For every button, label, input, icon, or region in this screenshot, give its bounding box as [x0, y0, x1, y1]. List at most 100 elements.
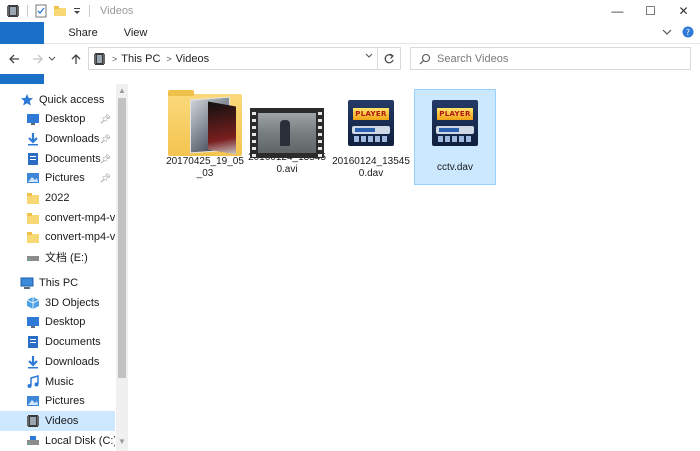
forward-button[interactable] [28, 48, 48, 70]
scroll-down-arrow[interactable]: ▼ [116, 437, 128, 447]
pictures-icon [26, 171, 40, 185]
nav-label: Documents [45, 153, 101, 165]
file-item[interactable]: 20160124_135450.avi [246, 90, 328, 186]
file-name: 20170425_19_05_03 [166, 156, 244, 179]
help-icon[interactable]: ? [682, 26, 694, 41]
minimize-button[interactable]: — [601, 0, 634, 22]
pin-icon[interactable]: 📌︎ [100, 154, 111, 165]
tab-share[interactable]: Share [55, 22, 110, 43]
video-frame-figure [280, 120, 290, 146]
nav-documents[interactable]: Documents [0, 332, 115, 352]
pin-icon[interactable]: 📌︎ [100, 134, 111, 145]
player-icon-label: PLAYER [353, 108, 389, 120]
nav-label: Downloads [45, 133, 100, 145]
nav-qa-pictures[interactable]: Pictures 📌︎ [0, 168, 115, 188]
nav-music[interactable]: Music [0, 372, 115, 392]
search-box[interactable] [410, 47, 691, 70]
videos-icon [26, 414, 40, 428]
nav-label: 3D Objects [45, 297, 100, 309]
toolbar-separator [27, 5, 28, 17]
maximize-button[interactable]: ☐ [634, 0, 667, 22]
refresh-icon [384, 53, 394, 63]
nav-label: Documents [45, 336, 101, 348]
chevron-down-icon[interactable] [662, 27, 672, 40]
breadcrumb-this-pc[interactable]: This PC [121, 53, 160, 65]
nav-qa-folder-2022[interactable]: 2022 [0, 188, 115, 208]
breadcrumb-separator[interactable]: > [166, 54, 171, 64]
file-name: cctv.dav [437, 162, 473, 173]
desktop-icon [26, 112, 40, 126]
file-item-selected[interactable]: PLAYER cctv.dav [414, 89, 496, 185]
svg-text:?: ? [686, 28, 690, 37]
scroll-up-arrow[interactable]: ▲ [116, 86, 128, 96]
nav-qa-downloads[interactable]: Downloads 📌︎ [0, 129, 115, 149]
properties-icon[interactable] [34, 4, 48, 18]
refresh-button[interactable] [377, 47, 401, 70]
nav-qa-folder-convert-1[interactable]: convert-mp4-vic [0, 208, 115, 228]
chevron-down-icon [48, 56, 56, 61]
nav-this-pc[interactable]: This PC [0, 273, 115, 293]
breadcrumb-videos[interactable]: Videos [176, 53, 209, 65]
video-thumbnail [250, 108, 324, 158]
player-icon: PLAYER [432, 100, 478, 146]
folder-icon [26, 211, 40, 225]
file-item[interactable]: 20170425_19_05_03 [164, 90, 246, 186]
address-history-dropdown[interactable] [365, 52, 373, 62]
music-icon [26, 375, 40, 389]
nav-3d-objects[interactable]: 3D Objects [0, 293, 115, 313]
nav-label: Downloads [45, 356, 100, 368]
nav-qa-drive-e[interactable]: 文档 (E:) [0, 247, 115, 267]
nav-pictures[interactable]: Pictures [0, 391, 115, 411]
computer-icon [20, 276, 34, 290]
up-button[interactable] [66, 48, 86, 70]
breadcrumb-separator[interactable]: > [112, 54, 117, 64]
new-folder-icon[interactable] [53, 4, 67, 18]
arrow-right-icon [33, 54, 43, 64]
player-file-icon: PLAYER [418, 94, 492, 156]
nav-quick-access[interactable]: Quick access [0, 90, 115, 110]
nav-label: Desktop [45, 316, 86, 328]
player-buttons [438, 136, 472, 142]
nav-videos[interactable]: Videos [0, 411, 115, 431]
nav-label: Pictures [45, 395, 85, 407]
quick-access-toolbar: Videos [0, 0, 133, 22]
scroll-thumb[interactable] [118, 98, 126, 378]
window-controls: — ☐ ✕ [601, 0, 700, 22]
back-button[interactable] [4, 48, 24, 70]
folder-icon [26, 191, 40, 205]
close-button[interactable]: ✕ [667, 0, 700, 22]
nav-qa-folder-convert-2[interactable]: convert-mp4-vic [0, 227, 115, 247]
nav-qa-documents[interactable]: Documents 📌︎ [0, 149, 115, 169]
drive-icon [26, 434, 40, 448]
file-item[interactable]: PLAYER 20160124_135450.dav [330, 90, 412, 186]
recent-locations-button[interactable] [46, 48, 58, 70]
documents-icon [26, 152, 40, 166]
tab-view[interactable]: View [111, 22, 161, 43]
navigation-pane: Quick access Desktop 📌︎ Downloads 📌︎ Doc… [0, 84, 128, 451]
address-row: > This PC > Videos [0, 44, 700, 74]
title-bar: Videos — ☐ ✕ [0, 0, 700, 22]
nav-local-disk-c[interactable]: Local Disk (C:) [0, 431, 115, 451]
window-title: Videos [100, 5, 134, 17]
folder-preview-image [208, 101, 236, 155]
nav-scrollbar[interactable]: ▲ ▼ [116, 84, 128, 451]
film-strip [318, 112, 322, 158]
search-icon [419, 53, 431, 65]
address-bar[interactable]: > This PC > Videos [88, 47, 378, 70]
pin-icon[interactable]: 📌︎ [100, 114, 111, 125]
player-progress-bar [352, 126, 390, 134]
nav-label: Music [45, 376, 74, 388]
nav-qa-desktop[interactable]: Desktop 📌︎ [0, 109, 115, 129]
nav-desktop[interactable]: Desktop [0, 312, 115, 332]
arrow-left-icon [9, 54, 19, 64]
customize-toolbar-icon[interactable] [72, 4, 82, 18]
player-buttons [354, 136, 388, 142]
documents-icon [26, 335, 40, 349]
ribbon-right-controls: ? [662, 22, 694, 44]
search-input[interactable] [437, 52, 677, 65]
nav-downloads[interactable]: Downloads [0, 352, 115, 372]
pictures-icon [26, 394, 40, 408]
pin-icon[interactable]: 📌︎ [100, 173, 111, 184]
nav-label: This PC [39, 277, 79, 289]
ribbon-tabs: File Home Share View ? [0, 22, 700, 118]
